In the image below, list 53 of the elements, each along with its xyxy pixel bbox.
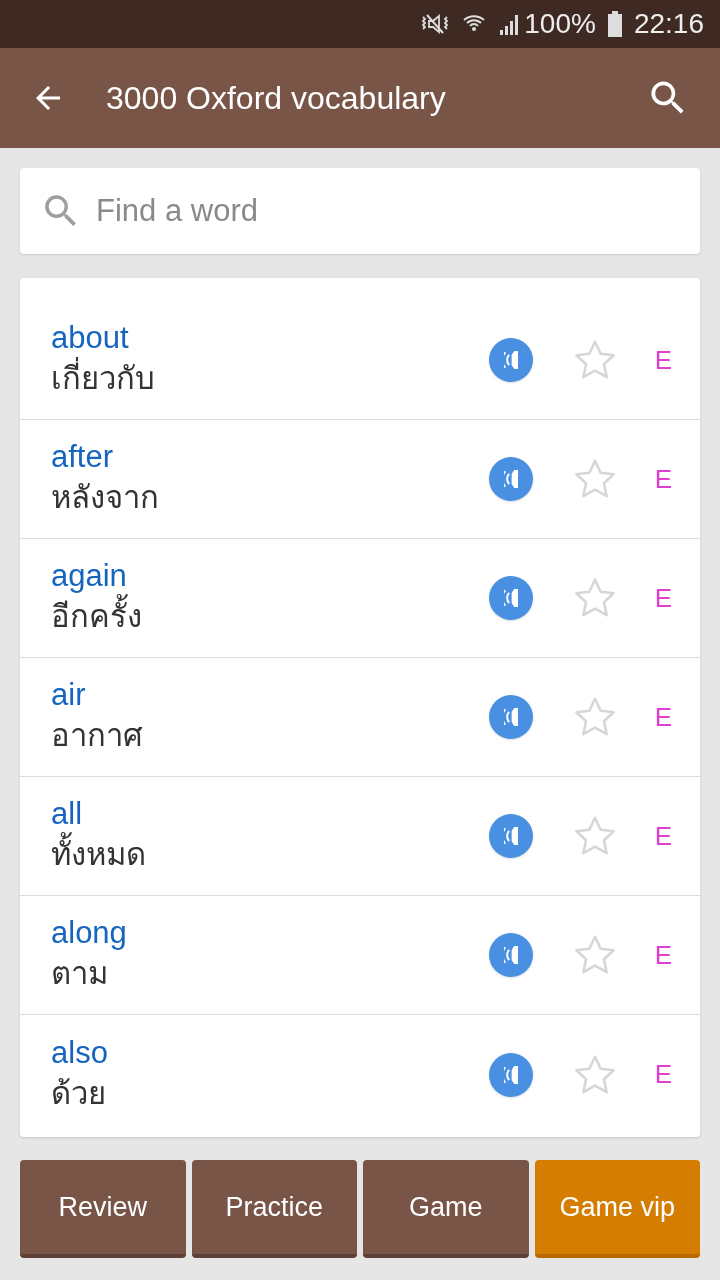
thai-translation: ทั้งหมด [51, 833, 146, 877]
battery-icon [607, 11, 622, 37]
thai-translation: เกี่ยวกับ [51, 357, 155, 401]
speaker-icon [503, 589, 518, 607]
signal-icon [498, 13, 521, 35]
speaker-icon [503, 351, 518, 369]
thai-translation: อากาศ [51, 717, 143, 755]
mute-vibrate-icon [420, 12, 451, 36]
star-icon[interactable] [572, 339, 617, 381]
app-title: 3000 Oxford vocabulary [106, 79, 447, 118]
english-word: again [51, 557, 127, 594]
search-field[interactable]: Find a word [96, 187, 680, 235]
tab-button[interactable]: Practice [191, 1160, 357, 1258]
speaker-button[interactable] [488, 1052, 533, 1097]
speaker-button[interactable] [488, 576, 533, 620]
clock-time: 22:16 [633, 7, 704, 41]
level-label: E [654, 938, 672, 972]
level-label: E [654, 581, 672, 615]
speaker-button[interactable] [488, 814, 533, 858]
speaker-icon [503, 946, 518, 964]
search-box[interactable]: Find a word [20, 168, 700, 254]
english-word: air [51, 676, 86, 714]
star-icon[interactable] [572, 458, 617, 500]
speaker-button[interactable] [488, 457, 533, 501]
star-icon[interactable] [572, 696, 617, 738]
star-icon[interactable] [572, 815, 617, 857]
speaker-icon [503, 1065, 518, 1084]
english-word: also [51, 1033, 108, 1072]
level-label: E [654, 1058, 672, 1091]
english-word: after [51, 438, 114, 476]
battery-percentage: 100% [524, 7, 596, 41]
level-label: E [654, 462, 672, 496]
speaker-button[interactable] [488, 695, 533, 739]
level-label: E [654, 819, 672, 853]
english-word: along [51, 914, 127, 952]
speaker-icon [503, 708, 518, 726]
tab-button[interactable]: Game [363, 1160, 529, 1258]
english-word: all [51, 795, 82, 832]
speaker-button[interactable] [488, 338, 533, 382]
star-icon[interactable] [572, 1053, 617, 1096]
thai-translation: หลังจาก [51, 479, 159, 517]
speaker-button[interactable] [488, 933, 533, 977]
thai-translation: ด้วย [51, 1074, 106, 1113]
tab-button[interactable]: Review [20, 1160, 186, 1258]
thai-translation: อีกครั้ง [51, 595, 142, 639]
thai-translation: ตาม [51, 955, 108, 993]
level-label: E [654, 343, 672, 377]
english-word: about [51, 319, 129, 357]
speaker-icon [503, 470, 518, 488]
speaker-icon [503, 827, 518, 845]
level-label: E [654, 700, 672, 734]
star-icon[interactable] [572, 577, 617, 619]
star-icon[interactable] [572, 934, 617, 976]
